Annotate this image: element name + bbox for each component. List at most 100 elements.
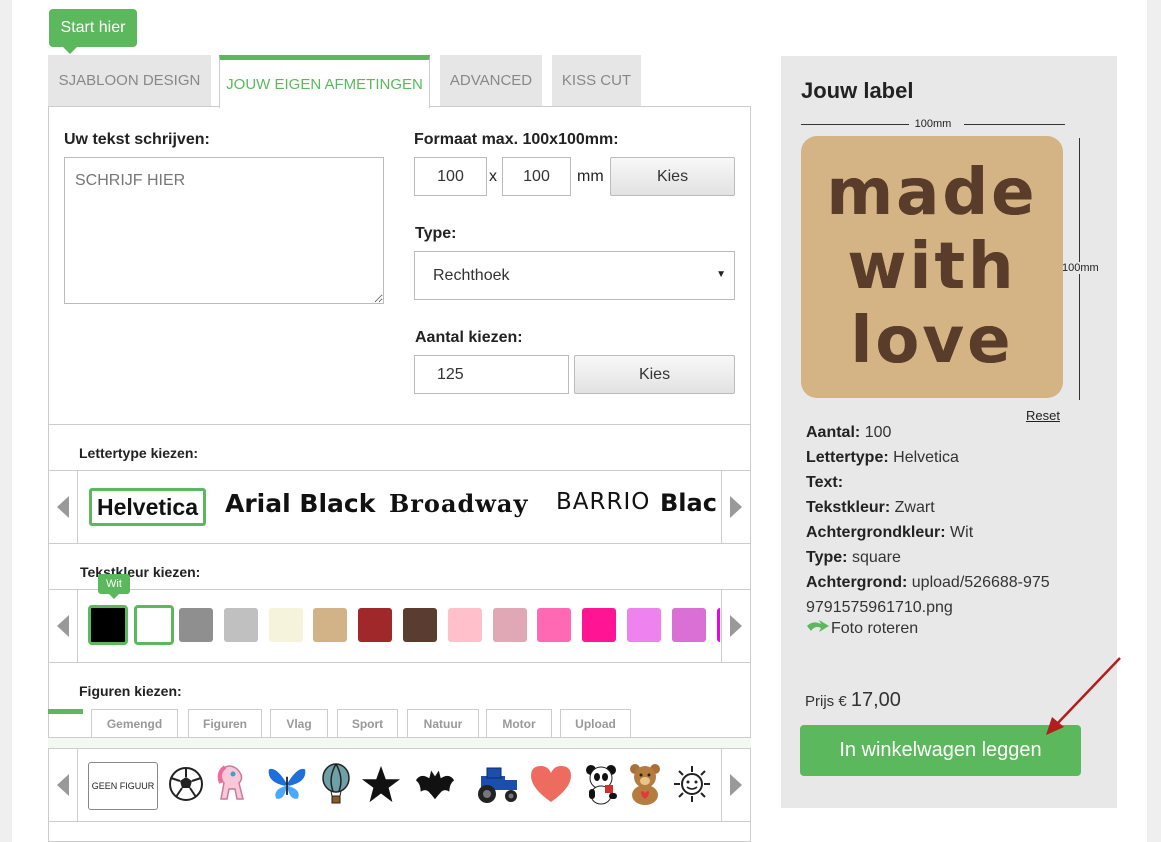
star-icon[interactable] xyxy=(361,762,401,806)
add-to-cart-label: In winkelwagen leggen xyxy=(839,739,1042,761)
figure-prev-button[interactable] xyxy=(49,749,78,821)
sun-icon[interactable] xyxy=(672,762,712,806)
bat-icon[interactable] xyxy=(415,762,455,806)
heart-icon[interactable] xyxy=(528,762,574,806)
tab-advanced[interactable]: ADVANCED xyxy=(440,55,542,106)
label-line-2: with xyxy=(847,230,1017,304)
font-list: Helvetica Arial Black Broadway BARRIO Bl… xyxy=(79,471,720,543)
color-swatch[interactable] xyxy=(537,608,572,642)
font-next-button[interactable] xyxy=(721,471,750,543)
color-next-button[interactable] xyxy=(721,590,750,662)
figure-tab-vlag[interactable]: Vlag xyxy=(270,709,328,737)
tab-jouw-eigen-afmetingen[interactable]: JOUW EIGEN AFMETINGEN xyxy=(219,55,430,108)
arrow-left-icon xyxy=(57,496,69,518)
summary-value: square xyxy=(851,549,901,566)
font-option-partial[interactable]: Blac xyxy=(660,489,717,517)
figure-tab-bar xyxy=(48,737,751,748)
divider xyxy=(49,424,750,425)
font-option-broadway[interactable]: Broadway xyxy=(389,489,528,518)
color-swatch[interactable] xyxy=(627,608,661,642)
summary-key: Text: xyxy=(806,474,844,491)
color-swatch[interactable] xyxy=(447,608,482,642)
color-swatch[interactable] xyxy=(88,605,128,645)
summary-lettertype: Lettertype: Helvetica xyxy=(806,445,1096,470)
figure-tab-natuur[interactable]: Natuur xyxy=(407,709,479,737)
text-input[interactable] xyxy=(64,157,384,304)
height-dimension-label: 100mm xyxy=(1062,262,1099,274)
figure-tab-gemengd[interactable]: Gemengd xyxy=(91,709,178,737)
color-swatch[interactable] xyxy=(134,605,174,645)
annotation-arrow-icon xyxy=(1046,657,1121,735)
color-swatch[interactable] xyxy=(671,608,706,642)
width-input[interactable] xyxy=(414,157,487,196)
font-option-helvetica[interactable]: Helvetica xyxy=(89,488,207,526)
dimension-x: x xyxy=(489,168,497,185)
font-option-arial-black[interactable]: Arial Black xyxy=(225,489,375,518)
summary-key: Aantal: xyxy=(806,424,861,441)
format-label: Formaat max. 100x100mm: xyxy=(414,131,619,148)
start-hier-button[interactable]: Start hier xyxy=(49,9,137,54)
unit-label: mm xyxy=(577,168,604,185)
hot-air-balloon-icon[interactable] xyxy=(316,762,356,806)
font-option-barrio[interactable]: BARRIO xyxy=(556,489,650,515)
add-to-cart-button[interactable]: In winkelwagen leggen xyxy=(800,725,1081,776)
quantity-kies-button[interactable]: Kies xyxy=(574,355,735,394)
pony-icon[interactable] xyxy=(214,762,254,806)
butterfly-icon[interactable] xyxy=(267,762,307,806)
tab-sjabloon-design[interactable]: SJABLOON DESIGN xyxy=(48,55,211,106)
tab-kiss-cut[interactable]: KISS CUT xyxy=(552,55,641,106)
figure-tab-indicator xyxy=(48,709,83,714)
start-hier-label: Start hier xyxy=(60,19,126,36)
quantity-label: Aantal kiezen: xyxy=(415,329,523,346)
figure-tab-upload[interactable]: Upload xyxy=(560,709,631,737)
tab-label: KISS CUT xyxy=(561,72,632,89)
button-label: Kies xyxy=(638,365,671,383)
tractor-icon[interactable] xyxy=(472,762,522,806)
font-prev-button[interactable] xyxy=(49,471,78,543)
summary-key: Lettertype: xyxy=(806,449,889,466)
font-carousel: Helvetica Arial Black Broadway BARRIO Bl… xyxy=(49,470,750,544)
format-kies-button[interactable]: Kies xyxy=(610,157,735,196)
no-figure-button[interactable]: GEEN FIGUUR xyxy=(88,762,158,810)
summary-type: Type: square xyxy=(806,545,1096,570)
price-prefix: Prijs € xyxy=(805,693,847,710)
panda-icon[interactable] xyxy=(582,762,622,806)
rotate-photo-button[interactable]: Foto roteren xyxy=(805,618,918,640)
teddy-bear-icon[interactable] xyxy=(625,762,665,806)
color-swatch[interactable] xyxy=(492,608,527,642)
arrow-right-icon xyxy=(730,774,742,796)
type-select[interactable]: Rechthoek ▼ xyxy=(414,251,735,300)
height-input[interactable] xyxy=(502,157,571,196)
color-swatch[interactable] xyxy=(223,608,258,642)
label-line-1: made xyxy=(826,156,1038,230)
figure-tab-motor[interactable]: Motor xyxy=(486,709,552,737)
summary-key: Type: xyxy=(806,549,848,566)
summary-key: Tekstkleur: xyxy=(806,499,891,516)
type-selected: Rechthoek xyxy=(433,266,510,284)
color-swatch[interactable] xyxy=(403,608,437,642)
quantity-input[interactable] xyxy=(414,355,569,394)
price-amount: 17,00 xyxy=(850,689,901,711)
summary-value: Helvetica xyxy=(893,449,959,466)
tab-label: ADVANCED xyxy=(449,72,533,89)
color-swatch[interactable] xyxy=(716,608,720,642)
figure-next-button[interactable] xyxy=(721,749,750,821)
arrow-left-icon xyxy=(57,774,69,796)
arrow-right-icon xyxy=(730,496,742,518)
label-line-3: love xyxy=(850,304,1014,378)
figure-tab-sport[interactable]: Sport xyxy=(337,709,398,737)
color-prev-button[interactable] xyxy=(49,590,78,662)
dimension-line xyxy=(964,124,1065,125)
soccer-ball-icon[interactable] xyxy=(166,762,206,806)
color-swatch[interactable] xyxy=(268,608,303,642)
arrow-left-icon xyxy=(57,615,69,637)
color-swatch[interactable] xyxy=(179,608,213,642)
summary-key: Achtergrond: xyxy=(806,574,908,591)
color-swatch[interactable] xyxy=(358,608,393,642)
color-swatch[interactable] xyxy=(582,608,617,642)
summary-value: 100 xyxy=(864,424,892,441)
preview-title: Jouw label xyxy=(801,78,914,103)
color-swatch[interactable] xyxy=(313,608,348,642)
figure-tab-figuren[interactable]: Figuren xyxy=(188,709,262,737)
summary-achtergrond: Achtergrond: upload/526688-9759791575961… xyxy=(806,570,1056,620)
